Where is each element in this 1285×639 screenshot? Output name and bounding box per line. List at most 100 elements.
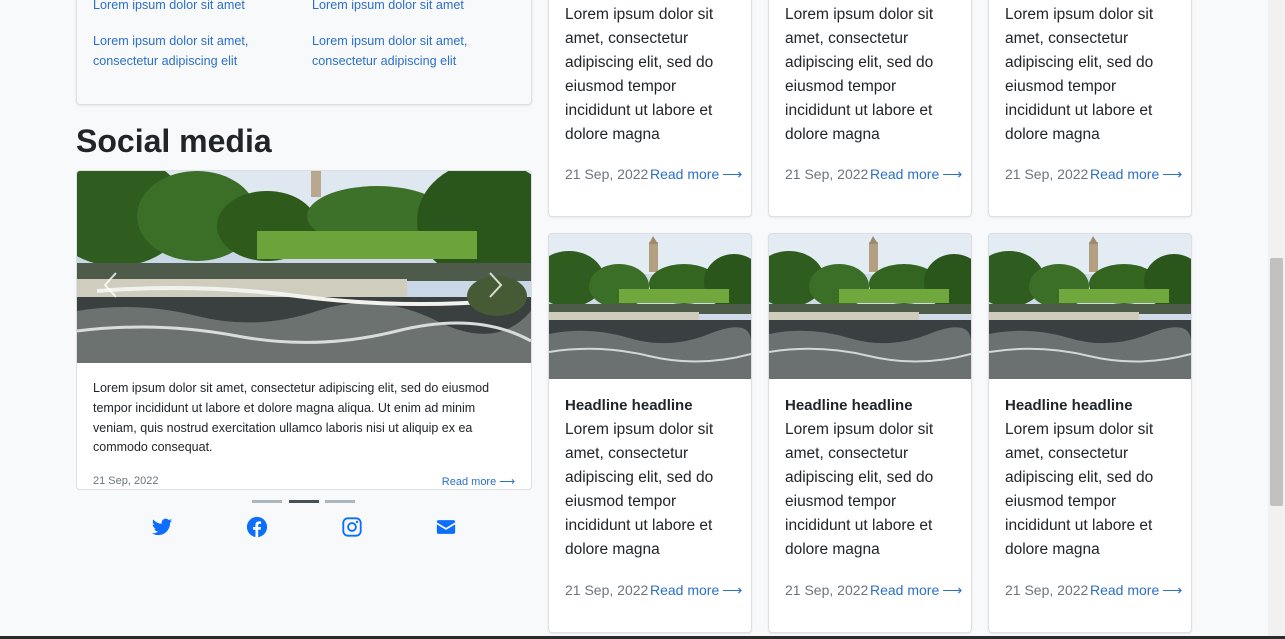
news-text-line: Lorem ipsum dolor sit: [785, 6, 934, 23]
link-3-line2: consectetur adipiscing elit: [93, 53, 238, 68]
news-text-line: incididunt ut labore et: [1005, 102, 1153, 119]
arrow-right-icon: ⟶: [942, 582, 963, 598]
news-text-line: incididunt ut labore et: [565, 102, 713, 119]
news-text-line: amet, consectetur: [1005, 445, 1129, 462]
news-card-date: 21 Sep, 2022: [1005, 166, 1089, 182]
news-card-text: Lorem ipsum dolor sit amet, consectetur …: [1005, 418, 1185, 562]
carousel-indicator-1[interactable]: [252, 500, 282, 503]
footer-links-card: Lorem ipsum dolor sit amet Lorem ipsum d…: [76, 0, 532, 105]
news-text-line: Lorem ipsum dolor sit: [565, 421, 714, 438]
news-card-headline: Headline headline: [785, 397, 913, 414]
arrow-right-icon: ⟶: [722, 166, 743, 182]
news-card-image: [769, 234, 971, 379]
social-read-more-link[interactable]: Read more ⟶: [442, 475, 515, 488]
news-read-more-link[interactable]: Read more ⟶: [1090, 582, 1182, 599]
facebook-icon[interactable]: [246, 516, 268, 538]
news-card-text: Lorem ipsum dolor sit amet, consectetur …: [785, 418, 965, 562]
news-text-line: incididunt ut labore et: [1005, 517, 1153, 534]
news-text-line: eiusmod tempor: [1005, 78, 1117, 95]
twitter-icon[interactable]: [151, 516, 173, 538]
news-read-more-link[interactable]: Read more ⟶: [870, 582, 962, 599]
news-card-headline: Headline headline: [1005, 397, 1133, 414]
scrollbar-thumb[interactable]: [1270, 258, 1283, 506]
news-text-line: Lorem ipsum dolor sit: [785, 421, 934, 438]
news-card: Headline headline Lorem ipsum dolor sit …: [548, 233, 752, 633]
read-more-label: Read more: [870, 582, 940, 598]
social-media-title: Social media: [76, 123, 272, 159]
news-text-line: adipiscing elit, sed do: [565, 54, 714, 71]
news-text-line: eiusmod tempor: [565, 493, 677, 510]
news-text-line: adipiscing elit, sed do: [785, 469, 934, 486]
news-card-text: Lorem ipsum dolor sit amet, consectetur …: [565, 3, 745, 147]
news-text-line: adipiscing elit, sed do: [1005, 54, 1154, 71]
carousel-indicator-2-active[interactable]: [289, 500, 319, 503]
news-text-line: incididunt ut labore et: [785, 517, 933, 534]
arrow-right-icon: ⟶: [722, 582, 743, 598]
read-more-label: Read more: [870, 166, 940, 182]
link-3-line1: Lorem ipsum dolor sit amet,: [93, 34, 249, 48]
news-text-line: eiusmod tempor: [1005, 493, 1117, 510]
arrow-right-icon: ⟶: [942, 166, 963, 182]
link-1[interactable]: Lorem ipsum dolor sit amet: [93, 0, 245, 16]
news-text-line: dolore magna: [565, 541, 660, 558]
news-text-line: adipiscing elit, sed do: [1005, 469, 1154, 486]
news-card-text: Lorem ipsum dolor sit amet, consectetur …: [785, 3, 965, 147]
read-more-label: Read more: [1090, 582, 1160, 598]
news-text-line: dolore magna: [1005, 541, 1100, 558]
news-read-more-link[interactable]: Read more ⟶: [650, 582, 742, 599]
arrow-right-icon: ⟶: [1162, 166, 1183, 182]
link-4-line2: consectetur adipiscing elit: [312, 53, 457, 68]
news-text-line: incididunt ut labore et: [565, 517, 713, 534]
news-text-line: eiusmod tempor: [565, 78, 677, 95]
news-text-line: amet, consectetur: [1005, 30, 1129, 47]
news-text-line: dolore magna: [1005, 126, 1100, 143]
news-card: Lorem ipsum dolor sit amet, consectetur …: [988, 0, 1192, 217]
link-2[interactable]: Lorem ipsum dolor sit amet: [312, 0, 464, 16]
news-card: Lorem ipsum dolor sit amet, consectetur …: [768, 0, 972, 217]
read-more-label: Read more: [650, 582, 720, 598]
carousel-indicator-3[interactable]: [325, 500, 355, 503]
social-read-more-label: Read more: [441, 476, 497, 488]
news-card: Headline headline Lorem ipsum dolor sit …: [988, 233, 1192, 633]
social-carousel-card: Lorem ipsum dolor sit amet, consectetur …: [76, 170, 532, 490]
news-text-line: amet, consectetur: [785, 445, 909, 462]
link-4[interactable]: Lorem ipsum dolor sit amet, consectetur …: [312, 32, 467, 71]
news-card-headline: Headline headline: [565, 397, 693, 414]
link-3[interactable]: Lorem ipsum dolor sit amet, consectetur …: [93, 32, 248, 71]
news-text-line: amet, consectetur: [565, 30, 689, 47]
news-card-date: 21 Sep, 2022: [785, 166, 869, 182]
social-card-body: Lorem ipsum dolor sit amet, consectetur …: [93, 381, 490, 455]
social-card-date: 21 Sep, 2022: [93, 475, 159, 487]
news-text-line: dolore magna: [785, 541, 880, 558]
news-text-line: amet, consectetur: [565, 445, 689, 462]
news-card-date: 21 Sep, 2022: [565, 166, 649, 182]
envelope-icon[interactable]: [435, 516, 457, 538]
carousel-prev-button[interactable]: [101, 271, 121, 299]
news-card: Lorem ipsum dolor sit amet, consectetur …: [548, 0, 752, 217]
news-read-more-link[interactable]: Read more ⟶: [1090, 166, 1182, 183]
news-text-line: incididunt ut labore et: [785, 102, 933, 119]
link-4-line1: Lorem ipsum dolor sit amet,: [312, 34, 468, 48]
news-text-line: dolore magna: [785, 126, 880, 143]
news-card-date: 21 Sep, 2022: [785, 582, 869, 598]
news-card-image: [549, 234, 751, 379]
instagram-icon[interactable]: [341, 516, 363, 538]
news-text-line: eiusmod tempor: [785, 78, 897, 95]
read-more-label: Read more: [1090, 166, 1160, 182]
arrow-right-icon: ⟶: [499, 476, 515, 488]
news-card-image: [989, 234, 1191, 379]
read-more-label: Read more: [650, 166, 720, 182]
news-card: Headline headline Lorem ipsum dolor sit …: [768, 233, 972, 633]
news-text-line: Lorem ipsum dolor sit: [1005, 6, 1154, 23]
news-card-date: 21 Sep, 2022: [1005, 582, 1089, 598]
news-text-line: adipiscing elit, sed do: [785, 54, 934, 71]
news-read-more-link[interactable]: Read more ⟶: [870, 166, 962, 183]
carousel-photo: [77, 171, 531, 363]
news-text-line: eiusmod tempor: [785, 493, 897, 510]
news-text-line: dolore magna: [565, 126, 660, 143]
carousel-next-button[interactable]: [485, 271, 505, 299]
news-card-text: Lorem ipsum dolor sit amet, consectetur …: [1005, 3, 1185, 147]
news-read-more-link[interactable]: Read more ⟶: [650, 166, 742, 183]
news-text-line: Lorem ipsum dolor sit: [1005, 421, 1154, 438]
news-text-line: adipiscing elit, sed do: [565, 469, 714, 486]
